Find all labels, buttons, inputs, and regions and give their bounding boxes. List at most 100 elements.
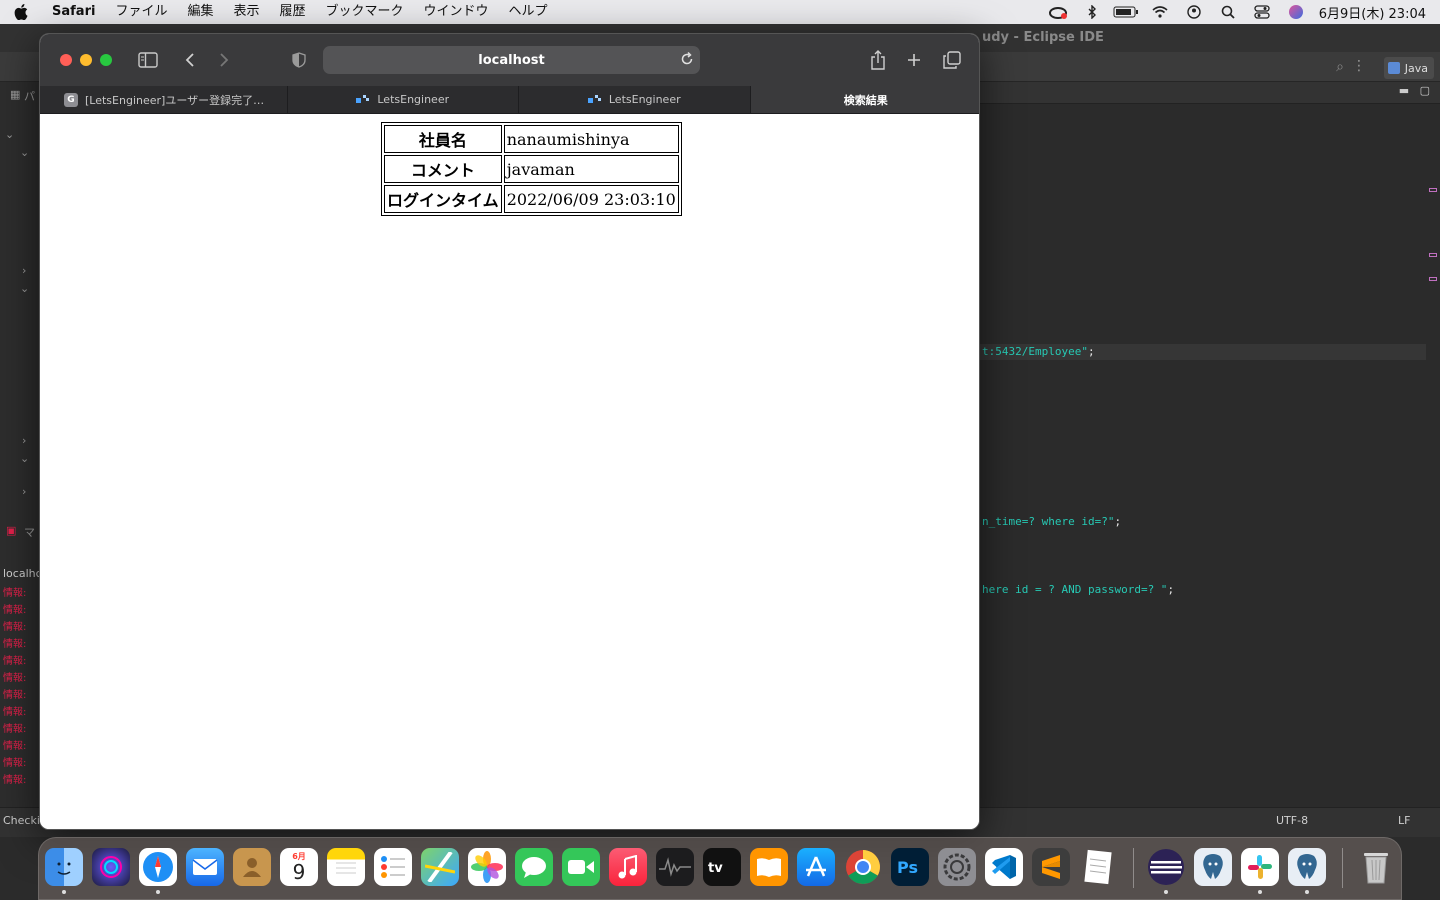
mail-icon[interactable]: [186, 848, 224, 886]
forward-button-icon[interactable]: [214, 48, 234, 72]
tab-overview-icon[interactable]: [941, 48, 963, 72]
status-line-ending[interactable]: LF: [1398, 814, 1410, 827]
menu-window[interactable]: ウインドウ: [414, 0, 499, 24]
system-preferences-icon[interactable]: [938, 848, 976, 886]
tab-lets-engineer-1[interactable]: LetsEngineer: [288, 86, 519, 113]
menu-file[interactable]: ファイル: [105, 0, 177, 24]
sublime-text-icon[interactable]: [1032, 848, 1070, 886]
vscode-icon[interactable]: [985, 848, 1023, 886]
tree-chevron-right-icon[interactable]: ›: [22, 434, 26, 447]
siri-app-icon[interactable]: [92, 848, 130, 886]
tree-chevron-down-icon[interactable]: ⌄: [20, 146, 29, 159]
menu-clock[interactable]: 6月9日(木) 23:04: [1313, 3, 1440, 22]
maps-icon[interactable]: [421, 848, 459, 886]
table-row: コメント javaman: [384, 155, 679, 183]
safari-window: localhost G [LetsEngineer]ユーザー登録完了… Lets…: [39, 33, 980, 830]
menu-app-name[interactable]: Safari: [42, 0, 105, 24]
new-tab-plus-icon[interactable]: [904, 48, 924, 72]
tab-search-results[interactable]: 検索結果: [750, 86, 979, 113]
menu-history[interactable]: 履歴: [269, 0, 315, 24]
user-account-icon[interactable]: [1177, 0, 1211, 24]
pgadmin-icon[interactable]: [1194, 848, 1232, 886]
tree-chevron-right-icon[interactable]: ›: [22, 264, 26, 277]
close-window-button[interactable]: [60, 54, 72, 66]
spotlight-search-icon[interactable]: [1211, 0, 1245, 24]
tree-chevron-right-icon[interactable]: ›: [22, 485, 26, 498]
battery-icon[interactable]: [1109, 0, 1143, 24]
finder-icon[interactable]: [45, 848, 83, 886]
photos-icon[interactable]: [468, 848, 506, 886]
app-store-icon[interactable]: [797, 848, 835, 886]
zoom-window-button[interactable]: [100, 54, 112, 66]
tab-lets-engineer-2[interactable]: LetsEngineer: [519, 86, 751, 113]
page-content: 社員名 nanaumishinya コメント javaman ログインタイム 2…: [40, 114, 979, 829]
trash-icon[interactable]: [1357, 848, 1395, 886]
java-perspective-button[interactable]: Java: [1384, 57, 1434, 79]
minimize-window-button[interactable]: [80, 54, 92, 66]
running-indicator: [1164, 890, 1168, 894]
overview-ruler-marker[interactable]: [1429, 188, 1437, 192]
photoshop-icon[interactable]: Ps: [891, 848, 929, 886]
code-editor[interactable]: [980, 82, 1440, 817]
running-indicator: [1305, 890, 1309, 894]
back-button-icon[interactable]: [180, 48, 200, 72]
books-icon[interactable]: [750, 848, 788, 886]
chrome-icon[interactable]: [844, 848, 882, 886]
tree-chevron-down-icon[interactable]: ⌄: [20, 452, 29, 465]
address-bar-url: localhost: [478, 52, 545, 68]
menu-help[interactable]: ヘルプ: [499, 0, 558, 24]
slack-icon[interactable]: [1241, 848, 1279, 886]
code-line[interactable]: t:5432/Employee";: [982, 345, 1095, 358]
share-icon[interactable]: [868, 48, 888, 72]
address-bar[interactable]: localhost: [323, 46, 700, 74]
creative-cloud-icon[interactable]: [1041, 0, 1075, 24]
dock-separator: [1342, 848, 1343, 888]
music-icon[interactable]: [609, 848, 647, 886]
tree-chevron-down-icon[interactable]: ⌄: [5, 128, 14, 141]
comment-value: javaman: [503, 155, 679, 183]
reload-icon[interactable]: [680, 51, 694, 71]
gmail-favicon-icon: G: [64, 92, 78, 107]
console-line: 情報:: [3, 588, 27, 599]
package-explorer-icon[interactable]: ▦: [10, 88, 20, 101]
safari-tab-bar: G [LetsEngineer]ユーザー登録完了… LetsEngineer L…: [40, 86, 979, 114]
wifi-icon[interactable]: [1143, 0, 1177, 24]
bluetooth-icon[interactable]: [1075, 0, 1109, 24]
console-line: 情報:: [3, 639, 27, 650]
console-line: 情報:: [3, 656, 27, 667]
messages-icon[interactable]: [515, 848, 553, 886]
apple-menu-icon[interactable]: [0, 4, 42, 20]
tab-lets-engineer-registration[interactable]: G [LetsEngineer]ユーザー登録完了…: [40, 86, 288, 113]
postgresql-icon[interactable]: [1288, 848, 1326, 886]
overview-ruler-marker[interactable]: [1429, 253, 1437, 257]
eclipse-app-icon[interactable]: [1147, 848, 1185, 886]
comment-header: コメント: [384, 155, 502, 183]
facetime-icon[interactable]: [562, 848, 600, 886]
menu-bookmarks[interactable]: ブックマーク: [316, 0, 414, 24]
notes-icon[interactable]: [327, 848, 365, 886]
sidebar-toggle-icon[interactable]: [136, 48, 160, 72]
eclipse-more-icon[interactable]: ⋮: [1352, 58, 1366, 74]
menu-view[interactable]: 表示: [223, 0, 269, 24]
console-line: 情報:: [3, 605, 27, 616]
eclipse-search-icon[interactable]: ⌕: [1336, 59, 1344, 75]
reminders-icon[interactable]: [374, 848, 412, 886]
tree-chevron-down-icon[interactable]: ⌄: [20, 282, 29, 295]
textedit-icon[interactable]: [1079, 848, 1117, 886]
overview-ruler-marker[interactable]: [1429, 277, 1437, 281]
editor-window-controls[interactable]: ▬ ▢: [1399, 84, 1430, 97]
console-line: 情報:: [3, 690, 27, 701]
contacts-icon[interactable]: [233, 848, 271, 886]
privacy-shield-icon[interactable]: [289, 48, 309, 72]
apple-tv-icon[interactable]: tv: [703, 848, 741, 886]
control-center-icon[interactable]: [1245, 0, 1279, 24]
safari-app-icon[interactable]: [139, 848, 177, 886]
menu-edit[interactable]: 編集: [177, 0, 223, 24]
siri-icon[interactable]: [1279, 0, 1313, 24]
calendar-icon[interactable]: 6月 9: [280, 848, 318, 886]
code-line[interactable]: n_time=? where id=?";: [982, 515, 1121, 528]
code-line[interactable]: here id = ? AND password=? ";: [982, 583, 1174, 596]
activity-monitor-icon[interactable]: [656, 848, 694, 886]
status-encoding[interactable]: UTF-8: [1276, 814, 1308, 827]
markers-icon[interactable]: ▣: [6, 524, 16, 537]
